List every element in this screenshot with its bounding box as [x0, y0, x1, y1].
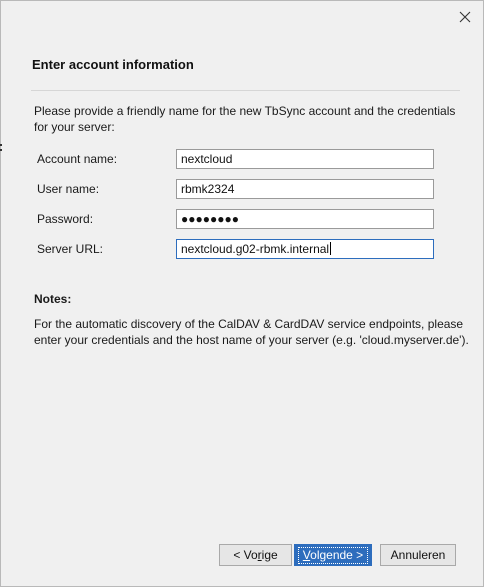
page-title: Enter account information — [32, 57, 194, 72]
background-window-edge — [0, 141, 3, 155]
intro-text: Please provide a friendly name for the n… — [34, 104, 456, 134]
password-row: Password: ●●●●●●●● — [37, 209, 447, 231]
account-name-row: Account name: nextcloud — [37, 149, 447, 171]
account-name-label: Account name: — [37, 152, 118, 166]
cancel-button[interactable]: Annuleren — [380, 544, 456, 566]
notes-text: For the automatic discovery of the CalDA… — [34, 317, 469, 347]
next-focus-ring: Volgende > — [297, 547, 369, 564]
password-label: Password: — [37, 212, 94, 226]
back-button[interactable]: < Vorige — [219, 544, 292, 566]
close-icon — [459, 11, 471, 23]
server-url-label: Server URL: — [37, 242, 104, 256]
server-url-row: Server URL: nextcloud.g02-rbmk.internal — [37, 239, 447, 261]
user-name-row: User name: rbmk2324 — [37, 179, 447, 201]
user-name-field[interactable]: rbmk2324 — [176, 179, 434, 199]
notes-title: Notes: — [34, 292, 72, 306]
header-separator — [31, 90, 460, 91]
server-url-field[interactable]: nextcloud.g02-rbmk.internal — [176, 239, 434, 259]
back-label-end: ige — [261, 548, 278, 562]
dialog-window: Enter account information Please provide… — [0, 0, 484, 587]
next-button[interactable]: Volgende > — [294, 544, 372, 566]
account-name-field[interactable]: nextcloud — [176, 149, 434, 169]
server-url-value: nextcloud.g02-rbmk.internal — [181, 242, 330, 256]
password-field[interactable]: ●●●●●●●● — [176, 209, 434, 229]
next-label-end: olgende > — [310, 548, 364, 562]
user-name-label: User name: — [37, 182, 100, 196]
text-caret — [330, 242, 332, 255]
close-button[interactable] — [455, 7, 475, 27]
back-label-start: < Vo — [233, 548, 258, 562]
